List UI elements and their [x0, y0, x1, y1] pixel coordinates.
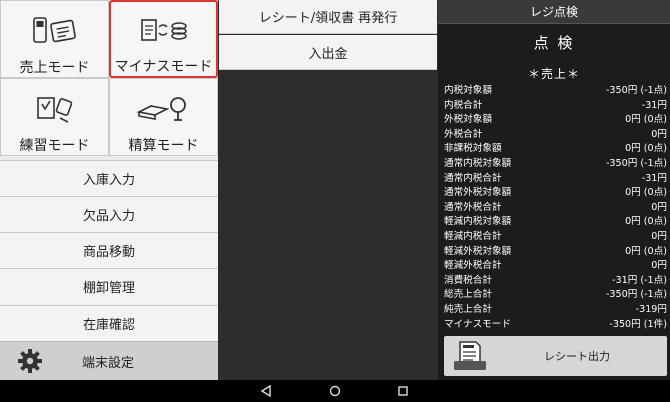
receipt-reissue-label: レシート/領収書 再発行	[258, 11, 398, 26]
register-check-panel: レジ点検 点 検 ＊売上＊ 内税対象額 -350円 (-1点) 内税合計 -31円 外税…	[438, 0, 670, 380]
report-row-value: 0円 (0点)	[625, 245, 667, 257]
report-row: 通常内税合計 -31円	[444, 172, 667, 187]
report-row: 内税合計 -31円	[444, 99, 667, 114]
minus-mode-button[interactable]: マイナスモード	[109, 0, 218, 78]
practice-mode-icon	[32, 87, 78, 131]
recents-icon[interactable]	[395, 383, 411, 399]
report-row-value: 0円	[651, 128, 667, 140]
report-row: 非課税対象額 0円 (0点)	[444, 142, 667, 157]
cash-in-out-button[interactable]: 入出金	[219, 35, 437, 70]
settlement-mode-icon	[136, 87, 192, 131]
report-row-value: -350円 (-1点)	[605, 289, 667, 301]
stock-in-entry-button[interactable]: 入庫入力	[0, 160, 218, 196]
report-row-label: 通常外税対象額	[444, 187, 512, 199]
report-row-label: 外税対象額	[444, 114, 492, 126]
report-row-value: -350円 (1件)	[609, 318, 667, 330]
print-receipt-label: レシート出力	[544, 350, 610, 363]
register-sales-icon	[32, 9, 78, 53]
report-row-label: マイナスモード	[444, 318, 511, 330]
report-row: 通常外税対象額 0円 (0点)	[444, 186, 667, 201]
middle-panel: レシート/領収書 再発行 入出金	[219, 0, 437, 380]
terminal-settings-button[interactable]: 端末設定	[0, 341, 218, 380]
report-row-label: 非課税対象額	[444, 143, 502, 155]
report-title: 点 検	[533, 34, 575, 52]
report-row: 総売上合計 -350円 (-1点)	[444, 288, 667, 303]
report-row-label: 消費税合計	[444, 274, 492, 286]
report-row-value: 0円 (0点)	[625, 143, 667, 155]
cash-in-out-label: 入出金	[308, 46, 348, 62]
out-of-stock-entry-button[interactable]: 欠品入力	[0, 196, 218, 232]
report-row: 内税対象額 -350円 (-1点)	[444, 84, 667, 99]
report-row-value: 0円 (0点)	[625, 187, 667, 199]
report-row-label: 通常内税合計	[444, 172, 502, 184]
minus-mode-label: マイナスモード	[114, 59, 213, 75]
report-row-value: -319円	[635, 303, 667, 315]
report-row: 軽減外税対象額 0円 (0点)	[444, 245, 667, 260]
panel-header: レジ点検	[438, 0, 670, 24]
mode-menu-panel: 売上モード マイナスモード 練習モード 精算モード 入庫入力 欠品入力 商品移動…	[0, 0, 218, 380]
report-row-value: -350円 (-1点)	[605, 85, 667, 96]
report-row-value: 0円	[651, 201, 667, 213]
report-row-label: 純売上合計	[444, 303, 492, 315]
sales-mode-label: 売上モード	[19, 60, 90, 76]
android-nav-bar	[0, 380, 670, 402]
report-row-value: -31円 (-1点)	[612, 274, 667, 286]
product-transfer-label: 商品移動	[82, 245, 135, 260]
report-row-label: 軽減外税合計	[444, 260, 502, 272]
report-row: 通常外税合計 0円	[444, 201, 667, 216]
report-row-label: 外税合計	[444, 128, 483, 140]
inventory-management-button[interactable]: 棚卸管理	[0, 268, 218, 304]
report-row-value: -31円	[641, 172, 667, 184]
report-row-label: 軽減内税対象額	[444, 216, 512, 228]
report-row: 純売上合計 -319円	[444, 303, 667, 318]
report-row-label: 総売上合計	[444, 289, 492, 301]
report-row: 軽減内税合計 0円	[444, 230, 667, 245]
print-receipt-button[interactable]: レシート出力	[444, 336, 667, 376]
report-row: 軽減外税合計 0円	[444, 259, 667, 274]
report-row: 外税対象額 0円 (0点)	[444, 113, 667, 128]
stock-in-entry-label: 入庫入力	[82, 173, 135, 188]
gear-icon	[0, 348, 60, 374]
home-icon[interactable]	[327, 383, 343, 399]
receipt-printer-icon	[444, 339, 496, 373]
product-transfer-button[interactable]: 商品移動	[0, 232, 218, 268]
practice-mode-label: 練習モード	[19, 138, 90, 154]
terminal-settings-label: 端末設定	[82, 355, 135, 371]
sales-mode-button[interactable]: 売上モード	[0, 0, 109, 78]
receipt-reissue-button[interactable]: レシート/領収書 再発行	[219, 0, 437, 34]
report-row-value: 0円 (0点)	[625, 216, 667, 228]
report-row-value: 0円	[651, 260, 667, 272]
report-row-value: -31円	[641, 99, 667, 111]
stock-check-label: 在庫確認	[82, 318, 135, 333]
report-row: 消費税合計 -31円 (-1点)	[444, 274, 667, 289]
out-of-stock-entry-label: 欠品入力	[82, 209, 135, 224]
inventory-management-label: 棚卸管理	[82, 281, 135, 296]
settlement-mode-button[interactable]: 精算モード	[109, 78, 218, 156]
report-row-label: 内税対象額	[444, 85, 492, 96]
minus-mode-icon	[139, 10, 189, 52]
report-row-value: 0円 (0点)	[625, 114, 667, 126]
report-row: 軽減内税対象額 0円 (0点)	[444, 215, 667, 230]
report-row: マイナスモード -350円 (1件)	[444, 318, 667, 333]
report-row-value: -350円 (-1点)	[605, 157, 667, 169]
back-icon[interactable]	[258, 383, 274, 399]
report-row: 通常内税対象額 -350円 (-1点)	[444, 157, 667, 172]
report-row-label: 通常内税対象額	[444, 157, 512, 169]
report-row-label: 内税合計	[444, 99, 483, 111]
stock-check-button[interactable]: 在庫確認	[0, 305, 218, 341]
report-list[interactable]: 内税対象額 -350円 (-1点) 内税合計 -31円 外税対象額 0円 (0点) 外税合計…	[444, 84, 667, 332]
report-row-label: 軽減外税対象額	[444, 245, 512, 257]
report-row-label: 軽減内税合計	[444, 230, 502, 242]
settlement-mode-label: 精算モード	[128, 138, 199, 154]
practice-mode-button[interactable]: 練習モード	[0, 78, 109, 156]
report-row-label: 通常外税合計	[444, 201, 502, 213]
report-row: 外税合計 0円	[444, 128, 667, 143]
report-row-value: 0円	[651, 230, 667, 242]
section-heading: ＊売上＊	[527, 67, 580, 81]
